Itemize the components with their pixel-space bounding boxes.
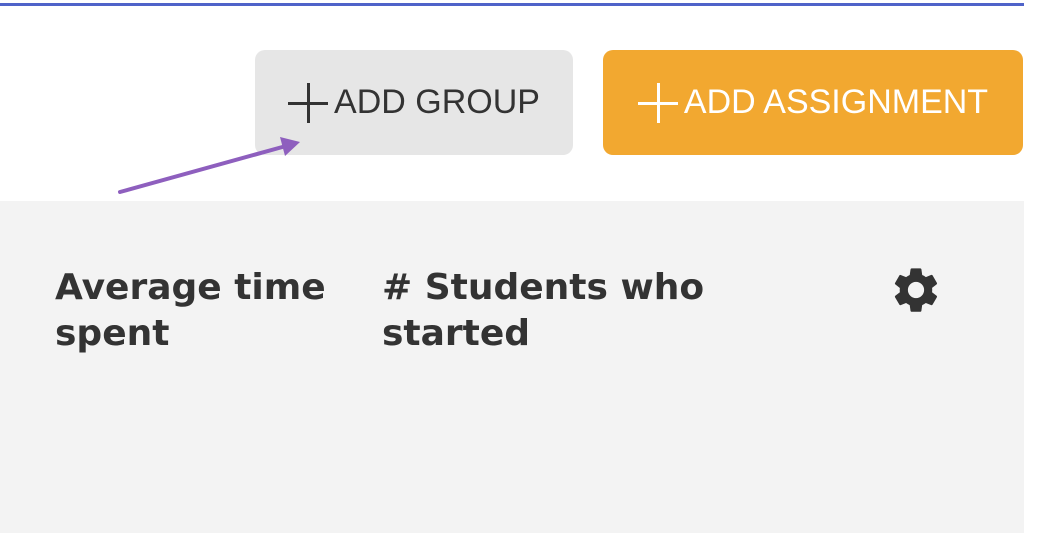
plus-icon [288, 82, 329, 123]
column-header-students-started[interactable]: # Students who started [382, 265, 752, 357]
plus-icon [637, 82, 678, 123]
column-header-line: # Students who [382, 267, 705, 308]
column-header-average-time[interactable]: Average time spent [55, 265, 345, 357]
add-assignment-button[interactable]: ADD ASSIGNMENT [603, 50, 1023, 155]
add-assignment-label: ADD ASSIGNMENT [683, 83, 989, 121]
column-header-line: Average time [55, 267, 326, 308]
table-header-row: Average time spent # Students who starte… [0, 201, 1024, 533]
header-divider [0, 3, 1024, 6]
gear-icon[interactable] [889, 263, 943, 317]
column-header-line: started [382, 313, 531, 354]
add-group-label: ADD GROUP [334, 83, 540, 121]
add-group-button[interactable]: ADD GROUP [255, 50, 573, 155]
column-header-line: spent [55, 313, 170, 354]
